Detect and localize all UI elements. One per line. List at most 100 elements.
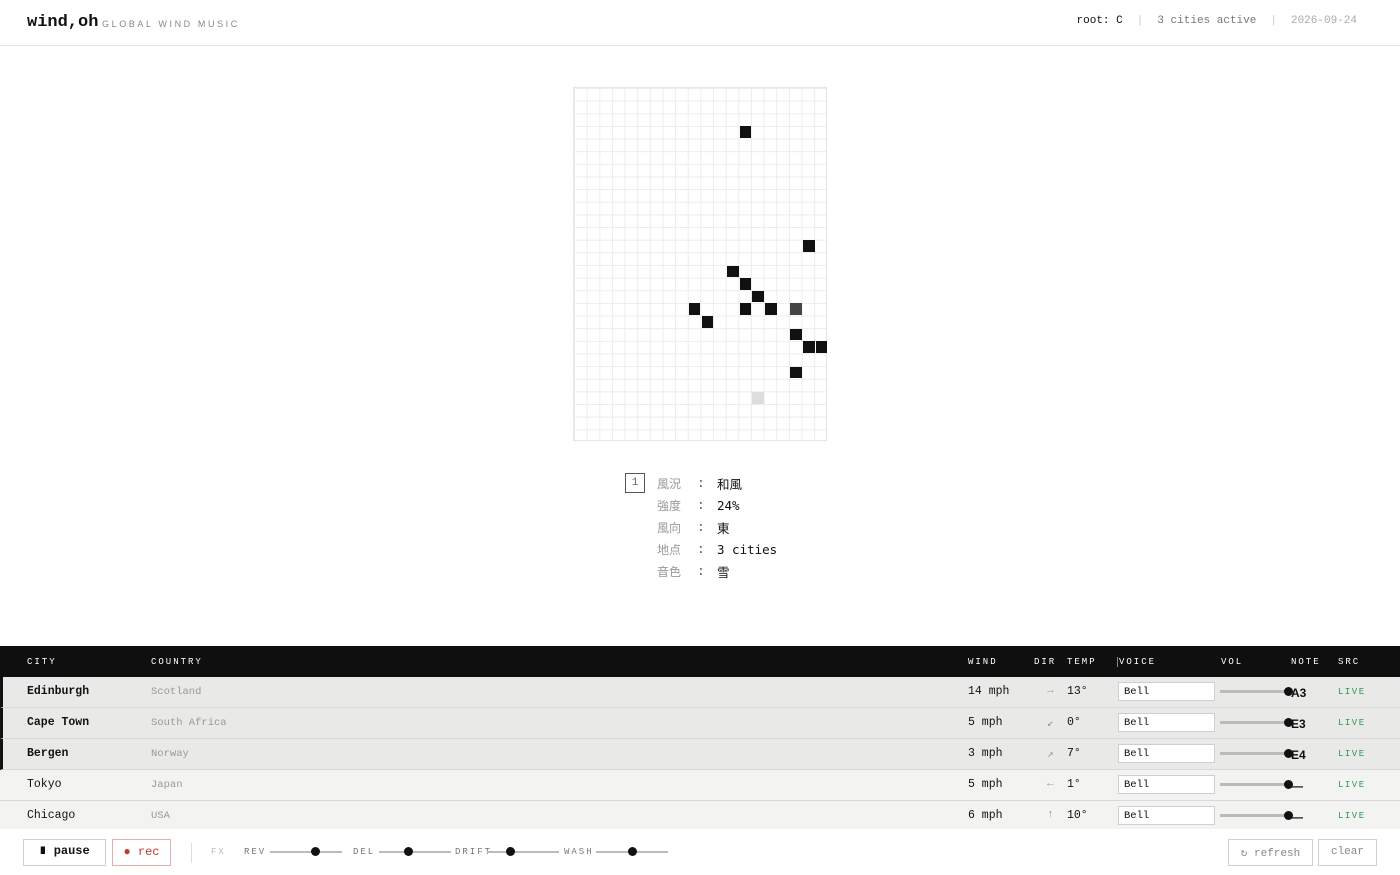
voice-select[interactable]: Bell	[1118, 806, 1215, 825]
wash-label: WASH	[564, 847, 594, 857]
temperature: 1°	[1067, 778, 1081, 791]
delay-label: DEL	[353, 847, 376, 857]
info-index-box[interactable]: 1	[625, 473, 645, 493]
wind-speed: 5 mph	[968, 778, 1003, 791]
info-key: 風向	[657, 520, 682, 535]
grid-cell-active	[752, 290, 764, 303]
wind-direction-arrow-icon: ↗	[1047, 749, 1054, 761]
grid-cell-active	[790, 328, 803, 341]
reverb-label: REV	[244, 847, 267, 857]
app-header: wind,oh GLOBAL WIND MUSIC root: C | 3 ci…	[0, 0, 1400, 46]
info-colon: :	[697, 497, 705, 513]
active-cities-count: 3 cities active	[1157, 15, 1257, 27]
fx-label: FX	[211, 847, 226, 857]
wind-grid[interactable]	[573, 87, 828, 441]
volume-slider[interactable]	[1220, 687, 1293, 696]
temperature: 10°	[1067, 809, 1088, 822]
delay-slider[interactable]	[379, 847, 451, 856]
note-value: E4	[1291, 748, 1306, 762]
city-name[interactable]: Tokyo	[27, 778, 62, 791]
info-value: 和風	[717, 476, 743, 492]
info-value: 3 cities	[717, 541, 778, 557]
table-row[interactable]: Cape Town South Africa 5 mph ↙ 0° Bell E3 LIVE	[0, 708, 1400, 739]
header-divider: |	[1136, 15, 1144, 27]
table-row[interactable]: Bergen Norway 3 mph ↗ 7° Bell E4 LIVE	[0, 739, 1400, 770]
wind-speed: 3 mph	[968, 747, 1003, 760]
grid-cell-active	[701, 316, 714, 328]
grid-cell-active	[752, 391, 764, 404]
app-logo[interactable]: wind,oh	[27, 13, 98, 32]
wash-slider[interactable]	[596, 847, 668, 856]
info-colon: :	[697, 519, 705, 535]
info-row: 地点:3 cities	[657, 538, 777, 560]
source-status-badge: LIVE	[1338, 749, 1366, 759]
voice-select[interactable]: Bell	[1118, 744, 1215, 763]
current-date: 2026-09-24	[1290, 15, 1357, 27]
app-tagline: GLOBAL WIND MUSIC	[102, 19, 240, 29]
volume-slider[interactable]	[1220, 811, 1293, 820]
city-name[interactable]: Chicago	[27, 809, 75, 822]
source-status-badge: LIVE	[1338, 811, 1366, 821]
temperature: 13°	[1067, 685, 1088, 698]
voice-select[interactable]: Bell	[1118, 682, 1215, 701]
info-value: 24%	[717, 497, 740, 513]
city-name[interactable]: Edinburgh	[27, 685, 89, 698]
reverb-slider[interactable]	[270, 847, 342, 856]
reverb-slider-knob[interactable]	[310, 847, 320, 856]
wind-speed: 5 mph	[968, 716, 1003, 729]
table-header: CITY COUNTRY WIND DIR TEMP VOICE VOL NOT…	[0, 646, 1400, 677]
header-temp: TEMP	[1067, 657, 1097, 667]
info-row: 音色: 雪	[657, 560, 777, 582]
drift-slider[interactable]	[487, 847, 559, 856]
header-divider: |	[1270, 15, 1277, 27]
wind-direction-arrow-icon: ↙	[1047, 718, 1054, 730]
info-row: 風向: 東	[657, 516, 777, 538]
cities-table: CITY COUNTRY WIND DIR TEMP VOICE VOL NOT…	[0, 646, 1400, 832]
note-value: —	[1291, 810, 1303, 824]
note-value: A3	[1291, 686, 1307, 700]
table-row[interactable]: Chicago USA 6 mph ↑ 10° Bell — LIVE	[0, 801, 1400, 832]
header-src: SRC	[1338, 657, 1361, 667]
info-key: 強度	[657, 498, 682, 513]
country-name: Scotland	[151, 686, 202, 698]
root-note-indicator[interactable]: root: C	[1077, 15, 1123, 27]
info-row: 強度:24%	[657, 494, 777, 516]
refresh-button[interactable]: ↻ refresh	[1228, 839, 1313, 866]
volume-slider[interactable]	[1220, 718, 1293, 727]
pause-button[interactable]: ∎ pause	[23, 839, 106, 866]
temperature: 7°	[1067, 747, 1081, 760]
info-key: 音色	[657, 564, 682, 579]
header-city: CITY	[27, 657, 57, 667]
volume-slider[interactable]	[1220, 780, 1293, 789]
voice-select[interactable]: Bell	[1118, 713, 1215, 732]
clear-button[interactable]: clear	[1318, 839, 1377, 866]
grid-cell-active	[803, 240, 815, 252]
delay-slider-knob[interactable]	[403, 847, 413, 856]
wash-slider-knob[interactable]	[628, 847, 637, 856]
info-colon: :	[697, 475, 705, 491]
city-name[interactable]: Cape Town	[27, 716, 89, 729]
source-status-badge: LIVE	[1338, 718, 1366, 728]
source-status-badge: LIVE	[1338, 780, 1366, 790]
city-name[interactable]: Bergen	[27, 747, 68, 760]
header-wind: WIND	[968, 657, 998, 667]
volume-slider[interactable]	[1220, 749, 1293, 758]
grid-cell-active	[815, 341, 828, 353]
table-row[interactable]: Tokyo Japan 5 mph ← 1° Bell — LIVE	[0, 770, 1400, 801]
grid-lines	[574, 88, 826, 440]
drift-slider-knob[interactable]	[506, 847, 516, 856]
wind-direction-arrow-icon: →	[1047, 685, 1054, 697]
info-colon: :	[697, 541, 705, 557]
source-status-badge: LIVE	[1338, 687, 1366, 697]
table-row[interactable]: Edinburgh Scotland 14 mph → 13° Bell A3 LIVE	[0, 677, 1400, 708]
header-country: COUNTRY	[151, 657, 203, 667]
record-button[interactable]: ● rec	[112, 839, 171, 866]
grid-cell-active	[688, 303, 701, 316]
country-name: USA	[151, 810, 170, 822]
header-voice: VOICE	[1117, 657, 1157, 667]
info-value: 雪	[717, 564, 730, 580]
temperature: 0°	[1067, 716, 1081, 729]
voice-select[interactable]: Bell	[1118, 775, 1215, 794]
grid-cell-active	[726, 265, 739, 278]
grid-cell-active	[739, 303, 752, 316]
